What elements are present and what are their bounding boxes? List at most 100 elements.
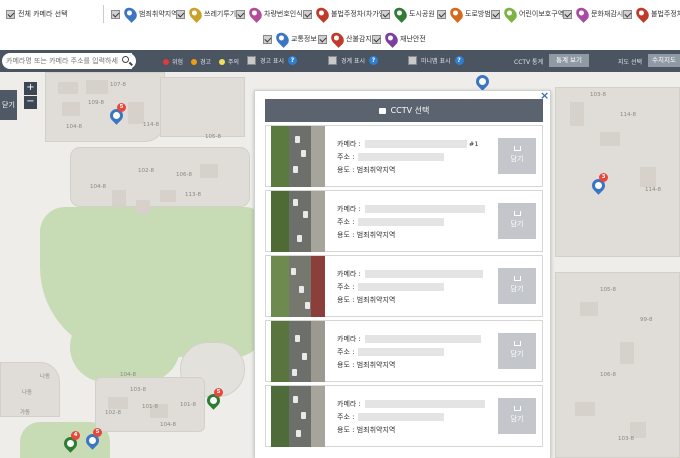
checkbox-icon[interactable] — [328, 56, 337, 65]
building-number-label: 109-8 — [88, 100, 104, 106]
filter-label: 어린이보호구역 — [519, 10, 565, 18]
crime-camera-marker[interactable]: 5 — [107, 103, 126, 126]
modal-title: CCTV 선택 — [390, 106, 430, 115]
select-all-label: 전체 카메라 선택 — [18, 10, 68, 18]
redacted-address — [358, 153, 445, 161]
building — [62, 102, 80, 116]
checkbox-icon[interactable] — [176, 9, 185, 19]
filter-label: 불법주정차(차가양) — [331, 10, 388, 18]
stats-view-button[interactable]: 통계 보기 — [549, 54, 589, 67]
camera-count-badge: 4 — [71, 431, 80, 440]
filter-label: 재난안전 — [400, 35, 426, 43]
checkbox-icon[interactable] — [623, 9, 632, 19]
help-icon[interactable]: ? — [369, 56, 378, 65]
cart-icon — [513, 146, 521, 151]
cctv-select-modal: × CCTV 선택 카메라 : #1 주소 : 용도 : 범죄취약지역 담기 카… — [254, 89, 551, 458]
zoom-out-button[interactable]: − — [24, 96, 37, 109]
add-camera-button[interactable]: 담기 — [498, 203, 536, 239]
legend-danger: 위험 — [163, 57, 183, 66]
warning-show-toggle[interactable]: 경고 표시 ? — [247, 56, 297, 65]
crime-camera-marker[interactable]: 5 — [83, 428, 102, 451]
building-number-label: 102-8 — [138, 168, 154, 174]
zoom-in-button[interactable]: + — [24, 82, 37, 95]
map-type-select[interactable]: 수치지도 — [648, 54, 680, 67]
cart-icon — [513, 211, 521, 216]
camera-row[interactable]: 카메라 : 주소 : 용도 : 범죄취약지역 담기 — [265, 320, 543, 382]
filter-road-security[interactable]: 도로방범 — [437, 5, 491, 23]
camera-address-line: 주소 : — [337, 152, 445, 162]
select-all-cameras-checkbox[interactable]: 전체 카메라 선택 — [6, 9, 68, 19]
filter-wildfire[interactable]: 산불감지 — [318, 30, 372, 48]
camera-row[interactable]: 카메라 : 주소 : 용도 : 범죄취약지역 담기 — [265, 190, 543, 252]
filter-disaster[interactable]: 재난안전 — [372, 30, 426, 48]
filter-illegal-parking[interactable]: 불법주정차 — [623, 5, 680, 23]
redacted-camera-name — [364, 140, 467, 148]
checkbox-icon[interactable] — [381, 9, 390, 19]
checkbox-icon[interactable] — [563, 9, 572, 19]
camera-name-line: 카메라 : #1 — [337, 139, 479, 149]
camera-row[interactable]: 카메라 : 주소 : 용도 : 범죄취약지역 담기 — [265, 255, 543, 317]
help-icon[interactable]: ? — [454, 56, 464, 65]
filter-city-park[interactable]: 도시공원 — [381, 5, 435, 23]
add-camera-button[interactable]: 담기 — [498, 333, 536, 369]
filter-label: 쓰레기투기 — [204, 10, 237, 18]
building-number-label: 104-8 — [66, 124, 82, 130]
camera-search-input[interactable] — [2, 53, 132, 69]
add-camera-button[interactable]: 담기 — [498, 138, 536, 174]
building — [112, 190, 126, 206]
checkbox-icon[interactable] — [111, 9, 120, 19]
filter-heritage[interactable]: 문화재감시 — [563, 5, 623, 23]
help-icon[interactable]: ? — [288, 56, 297, 65]
checkbox-icon[interactable] — [318, 34, 327, 44]
building-label: 나동 — [40, 374, 51, 380]
legend-label: 주의 — [228, 59, 240, 66]
camera-row[interactable]: 카메라 : #1 주소 : 용도 : 범죄취약지역 담기 — [265, 125, 543, 187]
building-label: 가동 — [20, 410, 31, 416]
camera-count-badge: 5 — [93, 428, 102, 437]
add-camera-button[interactable]: 담기 — [498, 398, 536, 434]
minimap-show-toggle[interactable]: 미니맵 표시 ? — [408, 56, 464, 65]
filter-child-zone[interactable]: 어린이보호구역 — [491, 5, 565, 23]
add-button-label: 담기 — [510, 220, 524, 228]
red-dot-icon — [163, 58, 169, 65]
filter-traffic[interactable]: 교통정보 — [263, 30, 317, 48]
building-number-label: 101-8 — [180, 402, 196, 408]
car-pin-icon — [246, 5, 265, 23]
side-panel-tab[interactable]: 닫기 — [0, 90, 17, 120]
camera-row[interactable]: 카메라 : 주소 : 용도 : 범죄취약지역 담기 — [265, 385, 543, 447]
checkbox-icon[interactable] — [408, 56, 417, 65]
camera-thumbnail — [271, 321, 325, 382]
checkbox-icon[interactable] — [263, 34, 272, 44]
crime-camera-marker[interactable]: 3 — [589, 173, 608, 196]
filter-trash[interactable]: 쓰레기투기 — [176, 5, 237, 23]
building — [86, 80, 108, 94]
add-camera-button[interactable]: 담기 — [498, 268, 536, 304]
camera-thumbnail — [271, 126, 325, 187]
boundary-show-toggle[interactable]: 경계 표시 ? — [328, 56, 378, 65]
address-label: 주소 : — [337, 283, 355, 291]
filter-plate-recognition[interactable]: 차량번호인식 — [236, 5, 303, 23]
redacted-camera-name — [364, 205, 485, 213]
toggle-label: 경고 표시 — [260, 58, 284, 65]
camera-count-badge: 3 — [599, 173, 608, 182]
checkbox-icon[interactable] — [236, 9, 245, 19]
checkbox-icon[interactable] — [372, 34, 381, 44]
checkbox-icon[interactable] — [303, 9, 312, 19]
park-camera-marker[interactable]: 5 — [204, 388, 223, 411]
checkbox-icon[interactable] — [437, 9, 446, 19]
building-number-label: 107-8 — [110, 82, 126, 88]
cctv-stats-label: CCTV 통계 — [514, 59, 544, 66]
checkbox-icon[interactable] — [6, 9, 15, 19]
checkbox-icon[interactable] — [247, 56, 256, 65]
filter-label: 산불감지 — [346, 35, 372, 43]
filter-illegal-parking-car[interactable]: 불법주정차(차가양) — [303, 5, 388, 23]
city-block — [555, 272, 680, 458]
legend-label: 경고 — [200, 59, 212, 66]
yellow-dot-icon — [219, 58, 225, 65]
map-select-label: 지도 선택 — [618, 59, 642, 66]
search-button[interactable] — [118, 53, 136, 69]
building-number-label: 106-8 — [600, 372, 616, 378]
park-camera-marker[interactable]: 4 — [61, 431, 80, 454]
checkbox-icon[interactable] — [491, 9, 500, 19]
filter-crime-zone[interactable]: 범죄취약지역 — [111, 5, 178, 23]
